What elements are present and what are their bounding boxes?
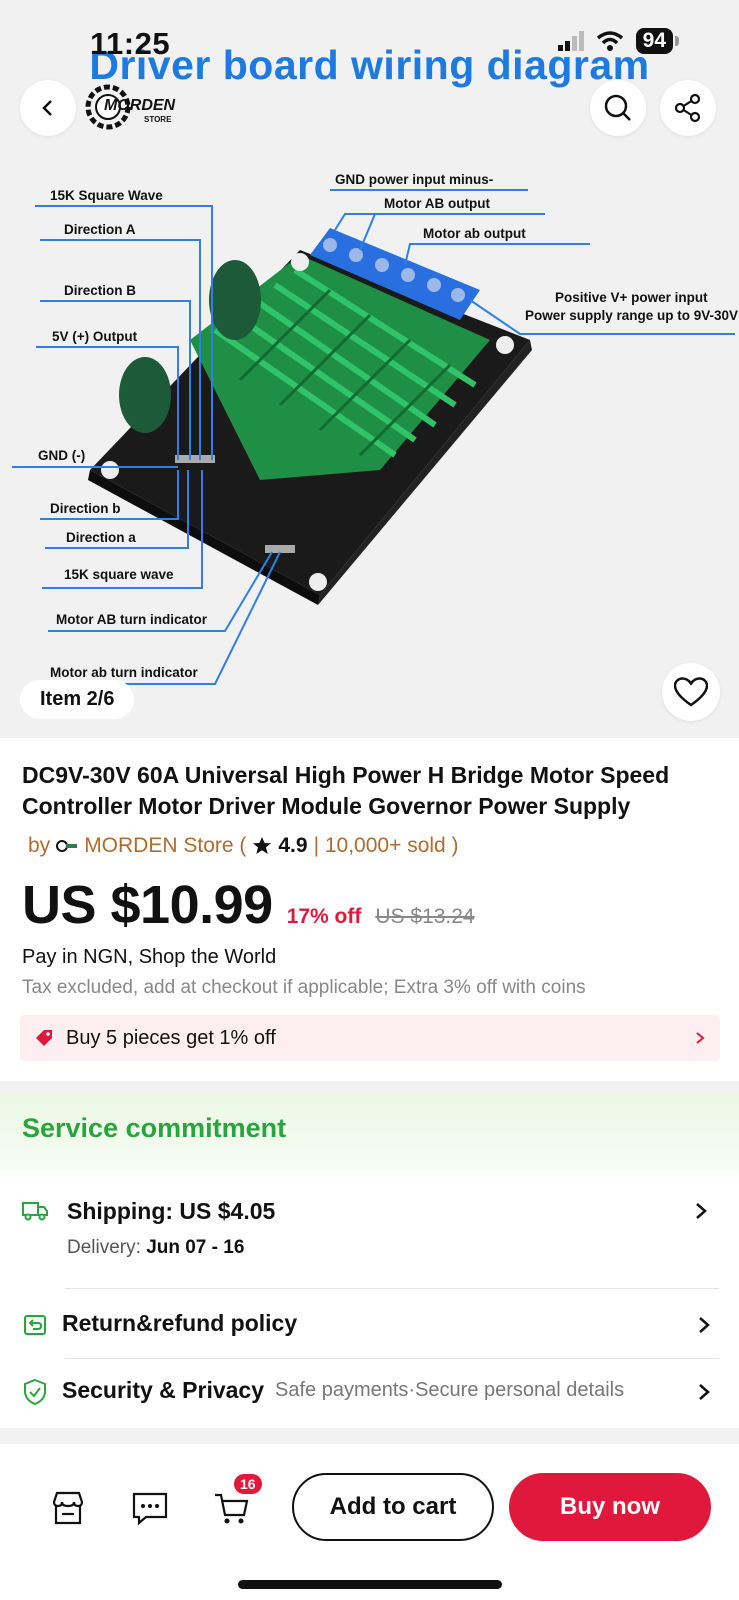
current-price: US $10.99 (22, 875, 273, 935)
battery-icon: 94 (635, 28, 673, 54)
wishlist-button[interactable] (662, 663, 720, 721)
return-refund-row[interactable]: Return&refund policy (62, 1310, 297, 1337)
delivery-label: Delivery: (67, 1237, 141, 1258)
label-gnd: GND (-) (38, 448, 85, 463)
cart-icon[interactable] (212, 1488, 252, 1528)
chevron-right-icon[interactable] (694, 1202, 708, 1220)
product-image-gallery[interactable]: 15K Square Wave Direction A Direction B … (0, 0, 739, 738)
status-time: 11:25 (90, 26, 171, 61)
label-direction-A: Direction A (64, 222, 136, 237)
label-motor-AB-turn-indicator: Motor AB turn indicator (56, 612, 208, 627)
service-commitment-header: Service commitment (0, 1093, 739, 1171)
store-logo: MORDEN STORE (85, 84, 176, 130)
share-button[interactable] (660, 80, 716, 136)
row-divider (65, 1288, 719, 1289)
search-icon (604, 94, 631, 121)
label-direction-B: Direction B (64, 283, 136, 298)
back-arrow-icon (42, 100, 52, 116)
promo-text: Buy 5 pieces get 1% off (66, 1026, 276, 1049)
search-button[interactable] (590, 80, 646, 136)
heart-icon (674, 677, 708, 707)
signal-icon (557, 31, 584, 51)
product-title: DC9V-30V 60A Universal High Power H Brid… (22, 762, 670, 819)
return-icon (24, 1315, 46, 1335)
section-divider (0, 1428, 739, 1444)
wifi-icon (596, 31, 623, 51)
cart-count-badge: 16 (234, 1474, 262, 1494)
service-heading: Service commitment (22, 1113, 287, 1143)
delivery-estimate: Delivery: Jun 07 - 16 (67, 1237, 244, 1259)
store-name[interactable]: MORDEN Store ( (84, 834, 246, 858)
shipping-row[interactable]: Shipping: US $4.05 (67, 1198, 275, 1225)
label-motor-ab-turn-indicator: Motor ab turn indicator (50, 665, 198, 680)
section-divider (0, 1081, 739, 1093)
label-5v-output: 5V (+) Output (52, 329, 138, 344)
status-icons: 94 (557, 28, 679, 54)
discount-badge: 17% off (286, 905, 362, 928)
sold-count: | 10,000+ sold ) (313, 834, 459, 857)
row-divider (65, 1358, 719, 1359)
security-privacy-row[interactable]: Security & Privacy (62, 1377, 264, 1404)
store-info[interactable]: by MORDEN Store ( 4.9 | 10,000+ sold ) (28, 834, 459, 858)
security-subtext: Safe payments·Secure personal details (275, 1379, 625, 1401)
buy-now-button[interactable]: Buy now (509, 1473, 711, 1541)
label-gnd-power-input: GND power input minus- (335, 172, 493, 187)
share-icon (674, 93, 701, 123)
label-motor-AB-output: Motor AB output (384, 196, 490, 211)
price-tag-icon (36, 1030, 52, 1046)
label-direction-b: Direction b (50, 501, 121, 516)
chevron-right-icon[interactable] (697, 1316, 711, 1334)
tax-note: Tax excluded, add at checkout if applica… (22, 977, 586, 998)
truck-icon (22, 1202, 48, 1221)
star-icon (253, 837, 272, 854)
logo-text: MORDEN (104, 97, 176, 114)
battery-tip (675, 36, 679, 46)
image-counter: Item 2/6 (20, 680, 135, 719)
pay-currency-note: Pay in NGN, Shop the World (22, 946, 277, 968)
label-15k-square-wave: 15K Square Wave (50, 188, 163, 203)
delivery-dates: Jun 07 - 16 (146, 1237, 245, 1258)
add-to-cart-button[interactable]: Add to cart (292, 1473, 494, 1541)
back-button[interactable] (20, 80, 76, 136)
label-power-supply-range: Power supply range up to 9V-30V (525, 308, 738, 323)
label-15k-square-wave-lower: 15K square wave (64, 567, 174, 582)
store-icon[interactable] (48, 1488, 88, 1528)
label-direction-a: Direction a (66, 530, 136, 545)
chat-icon[interactable] (130, 1488, 170, 1528)
status-bar: 11:25 94 (0, 0, 739, 80)
home-indicator[interactable] (238, 1580, 502, 1589)
store-rating: 4.9 (278, 834, 308, 857)
chevron-right-icon[interactable] (697, 1383, 711, 1401)
chevron-right-icon (696, 1032, 705, 1044)
store-mini-logo-icon (56, 840, 78, 852)
logo-subtext: STORE (144, 115, 172, 124)
label-motor-ab-output: Motor ab output (423, 226, 526, 241)
store-prefix: by (28, 834, 51, 857)
shield-check-icon (24, 1378, 46, 1406)
price-row: US $10.99 17% off US $13.24 (22, 874, 475, 936)
original-price: US $13.24 (375, 905, 475, 928)
bulk-discount-promo[interactable]: Buy 5 pieces get 1% off (20, 1015, 720, 1061)
label-positive-power-input: Positive V+ power input (555, 290, 708, 305)
